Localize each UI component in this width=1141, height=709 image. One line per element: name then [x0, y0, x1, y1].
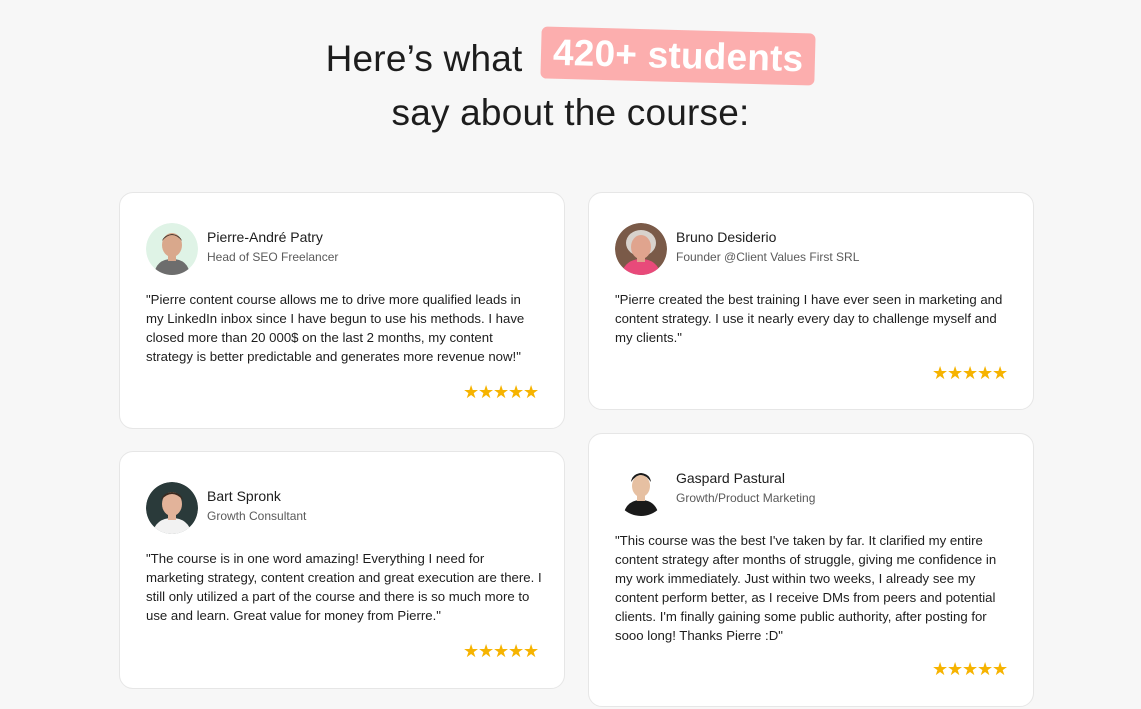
- testimonial-card: Bruno Desiderio Founder @Client Values F…: [588, 192, 1034, 410]
- reviewer-name: Pierre-André Patry: [207, 229, 323, 245]
- star-icon: ★: [947, 659, 964, 679]
- avatar: [146, 223, 198, 275]
- heading-highlight-badge: 420+ students: [540, 26, 817, 86]
- avatar-bruno-icon: [615, 223, 667, 275]
- star-icon: ★: [992, 363, 1009, 383]
- star-icon: ★: [977, 363, 994, 383]
- star-icon: ★: [478, 382, 495, 402]
- star-icon: ★: [493, 382, 510, 402]
- avatar-pierre-icon: [146, 223, 198, 275]
- star-icon: ★: [932, 363, 949, 383]
- star-icon: ★: [463, 641, 480, 661]
- star-icon: ★: [962, 363, 979, 383]
- avatar: [615, 464, 667, 516]
- star-icon: ★: [947, 363, 964, 383]
- reviewer-name: Bruno Desiderio: [676, 229, 777, 245]
- avatar-bart-icon: [146, 482, 198, 534]
- star-icon: ★: [992, 659, 1009, 679]
- reviewer-name: Gaspard Pastural: [676, 470, 785, 486]
- star-rating: ★★★★★: [932, 363, 1009, 384]
- star-rating: ★★★★★: [463, 641, 540, 662]
- star-rating: ★★★★★: [463, 382, 540, 403]
- star-icon: ★: [523, 641, 540, 661]
- heading-suffix: say about the course:: [391, 92, 750, 133]
- testimonials-section: Here’s what 420+ students say about the …: [0, 0, 1141, 709]
- star-icon: ★: [977, 659, 994, 679]
- star-icon: ★: [508, 382, 525, 402]
- testimonial-quote: "Pierre created the best training I have…: [615, 292, 1003, 345]
- avatar-gaspard-icon: [615, 464, 667, 516]
- reviewer-role: Head of SEO Freelancer: [207, 250, 339, 264]
- star-rating: ★★★★★: [932, 659, 1009, 680]
- testimonial-quote: "The course is in one word amazing! Ever…: [146, 551, 542, 623]
- reviewer-role: Growth Consultant: [207, 509, 307, 523]
- testimonial-quote: "This course was the best I've taken by …: [615, 533, 997, 643]
- testimonial-card: Gaspard Pastural Growth/Product Marketin…: [588, 433, 1034, 707]
- star-icon: ★: [493, 641, 510, 661]
- testimonial-card: Pierre-André Patry Head of SEO Freelance…: [119, 192, 565, 429]
- star-icon: ★: [463, 382, 480, 402]
- reviewer-name: Bart Spronk: [207, 488, 281, 504]
- section-heading: Here’s what 420+ students say about the …: [0, 26, 1141, 140]
- star-icon: ★: [962, 659, 979, 679]
- testimonial-card: Bart Spronk Growth Consultant "The cours…: [119, 451, 565, 689]
- avatar: [615, 223, 667, 275]
- star-icon: ★: [478, 641, 495, 661]
- reviewer-role: Founder @Client Values First SRL: [676, 250, 860, 264]
- reviewer-role: Growth/Product Marketing: [676, 491, 816, 505]
- star-icon: ★: [508, 641, 525, 661]
- testimonial-quote: "Pierre content course allows me to driv…: [146, 292, 525, 364]
- heading-prefix: Here’s what: [325, 38, 523, 79]
- star-icon: ★: [932, 659, 949, 679]
- avatar: [146, 482, 198, 534]
- star-icon: ★: [523, 382, 540, 402]
